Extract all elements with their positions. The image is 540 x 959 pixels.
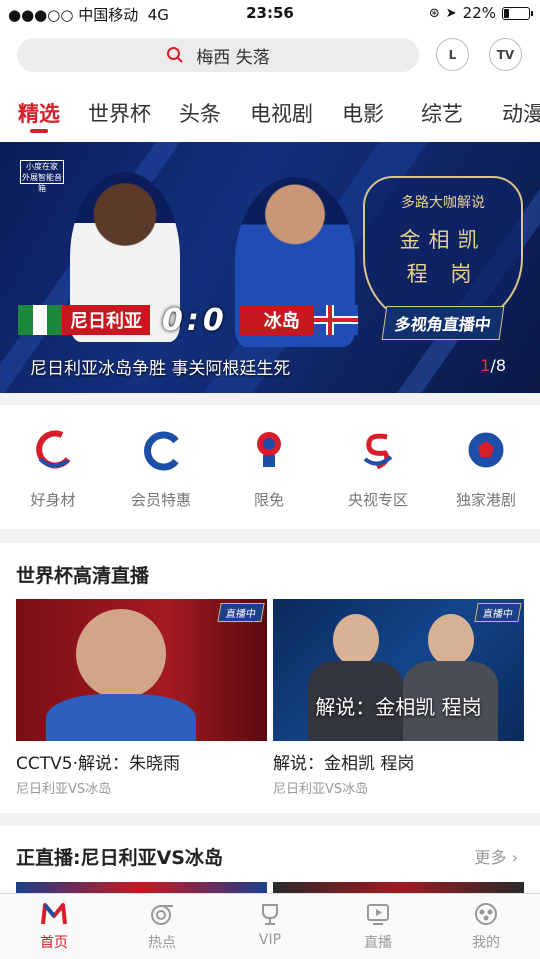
fitness-icon — [32, 429, 74, 471]
nigeria-flag-icon — [18, 305, 63, 335]
nav-label: 直播 — [364, 935, 392, 951]
worldcup-live-section: 世界杯高清直播 直播中 CCTV5·解说：朱晓雨 尼日利亚VS冰岛 解说：金相凯… — [0, 543, 540, 813]
card-title: CCTV5·解说：朱晓雨 — [16, 754, 180, 774]
banner-pager: 1/8 — [480, 356, 506, 375]
iceland-flag-icon — [313, 305, 358, 335]
team-left: 尼日利亚 — [62, 305, 150, 335]
quick-links: 好身材 会员特惠 限免 央视专区 独家港剧 — [0, 405, 540, 529]
scoreboard: 尼日利亚 0:0 冰岛 — [18, 302, 358, 338]
section-title: 世界杯高清直播 — [16, 565, 150, 587]
tab-worldcup[interactable]: 世界杯 — [88, 98, 151, 128]
cctv-icon — [357, 429, 399, 471]
member-icon — [140, 429, 182, 471]
thumbnail-overlay-text: 解说：金相凯 程岗 — [315, 695, 482, 719]
hero-banner[interactable]: 小度在家 外展智能音箱 多路大咖解说 金相凯 程 岗 尼日利亚 0:0 冰岛 多… — [0, 142, 540, 393]
category-tabs: 精选 世界杯 头条 电视剧 电影 综艺 动漫 — [0, 84, 540, 142]
tv-button[interactable]: TV — [489, 38, 522, 71]
search-query: 梅西 失落 — [196, 47, 270, 68]
player-shirt-image — [46, 694, 196, 741]
nav-vip[interactable]: VIP — [230, 902, 310, 948]
battery-percent: 22% — [462, 4, 496, 22]
sponsor-logo: 小度在家 外展智能音箱 — [20, 160, 64, 193]
live-icon — [365, 902, 391, 926]
home-icon — [41, 902, 67, 926]
profile-icon — [473, 902, 499, 926]
tv-icon: TV — [496, 47, 515, 62]
nav-hot[interactable]: 热点 — [122, 902, 202, 952]
tab-featured[interactable]: 精选 — [18, 98, 60, 128]
top-bar: 梅西 失落 L TV — [0, 28, 540, 84]
quick-link-label: 独家港剧 — [455, 491, 516, 509]
live-thumbnail-peek[interactable] — [16, 882, 267, 893]
nav-live[interactable]: 直播 — [338, 902, 418, 952]
app-root: ●●●○○ 中国移动 4G 23:56 ⊛ ➤ 22% 梅西 失落 L TV 精… — [0, 0, 540, 959]
live-badge: 直播中 — [217, 603, 265, 622]
live-thumbnail-peek[interactable] — [273, 882, 524, 893]
free-icon — [248, 429, 290, 471]
active-tab-indicator — [30, 129, 48, 133]
more-link[interactable]: 更多 › — [474, 844, 518, 868]
player-face-image — [76, 609, 166, 699]
quick-link-label: 会员特惠 — [130, 491, 191, 509]
hot-icon — [149, 902, 175, 926]
tab-headlines[interactable]: 头条 — [179, 98, 221, 128]
card-subtitle: 尼日利亚VS冰岛 — [16, 782, 112, 797]
tab-tv-series[interactable]: 电视剧 — [250, 98, 313, 128]
hk-drama-icon — [465, 429, 507, 471]
lock-icon: ⊛ — [428, 5, 440, 21]
match-score: 0:0 — [162, 302, 228, 338]
commentator-name: 程 岗 — [406, 262, 480, 286]
commentary-heading: 多路大咖解说 — [401, 195, 485, 211]
search-icon — [167, 47, 184, 63]
history-icon: L — [448, 47, 457, 62]
commentator-face-image — [428, 614, 474, 666]
live-card-thumbnail: 解说：金相凯 程岗 直播中 — [273, 599, 524, 741]
battery-icon — [502, 6, 533, 20]
live-badge: 直播中 — [474, 603, 522, 622]
nav-profile[interactable]: 我的 — [446, 902, 526, 952]
quick-link-hk-drama[interactable]: 独家港剧 — [436, 425, 536, 510]
search-bar[interactable]: 梅西 失落 — [17, 38, 419, 72]
pager-total: /8 — [490, 356, 506, 375]
nav-home[interactable]: 首页 — [14, 902, 94, 952]
quick-link-free[interactable]: 限免 — [219, 425, 319, 510]
nav-label: 首页 — [40, 935, 68, 951]
tab-movies[interactable]: 电影 — [342, 98, 384, 128]
quick-link-label: 限免 — [253, 491, 284, 509]
quick-link-label: 央视专区 — [347, 491, 408, 509]
card-subtitle: 尼日利亚VS冰岛 — [273, 782, 369, 797]
card-title: 解说：金相凯 程岗 — [273, 754, 415, 774]
history-button[interactable]: L — [436, 38, 469, 71]
vip-icon — [257, 902, 283, 926]
tab-anime[interactable]: 动漫 — [502, 98, 540, 128]
bottom-nav: 首页 热点 VIP 直播 我的 — [0, 893, 540, 959]
now-live-section: 正直播:尼日利亚VS冰岛 更多 › — [0, 826, 540, 893]
nav-label: 我的 — [472, 935, 500, 951]
tab-variety[interactable]: 综艺 — [421, 98, 463, 128]
location-icon: ➤ — [445, 5, 457, 21]
commentator-name: 金相凯 — [399, 228, 487, 252]
more-label: 更多 — [474, 848, 507, 867]
quick-link-member[interactable]: 会员特惠 — [111, 425, 211, 510]
nav-label: VIP — [258, 932, 282, 948]
quick-link-label: 好身材 — [30, 491, 76, 509]
multiview-badge: 多视角直播中 — [381, 306, 505, 340]
quick-link-cctv[interactable]: 央视专区 — [328, 425, 428, 510]
team-right: 冰岛 — [239, 305, 314, 335]
status-bar: ●●●○○ 中国移动 4G 23:56 ⊛ ➤ 22% — [0, 0, 540, 28]
banner-title: 尼日利亚冰岛争胜 事关阿根廷生死 — [30, 359, 291, 379]
section-title: 正直播:尼日利亚VS冰岛 — [16, 847, 223, 869]
live-card[interactable]: 解说：金相凯 程岗 直播中 解说：金相凯 程岗 尼日利亚VS冰岛 — [273, 599, 524, 797]
quick-link-fitness[interactable]: 好身材 — [3, 425, 103, 510]
nav-label: 热点 — [148, 935, 176, 951]
chevron-right-icon: › — [511, 848, 518, 867]
live-card[interactable]: 直播中 CCTV5·解说：朱晓雨 尼日利亚VS冰岛 — [16, 599, 267, 797]
live-card-thumbnail: 直播中 — [16, 599, 267, 741]
pager-current: 1 — [480, 356, 491, 375]
commentator-face-image — [333, 614, 379, 666]
